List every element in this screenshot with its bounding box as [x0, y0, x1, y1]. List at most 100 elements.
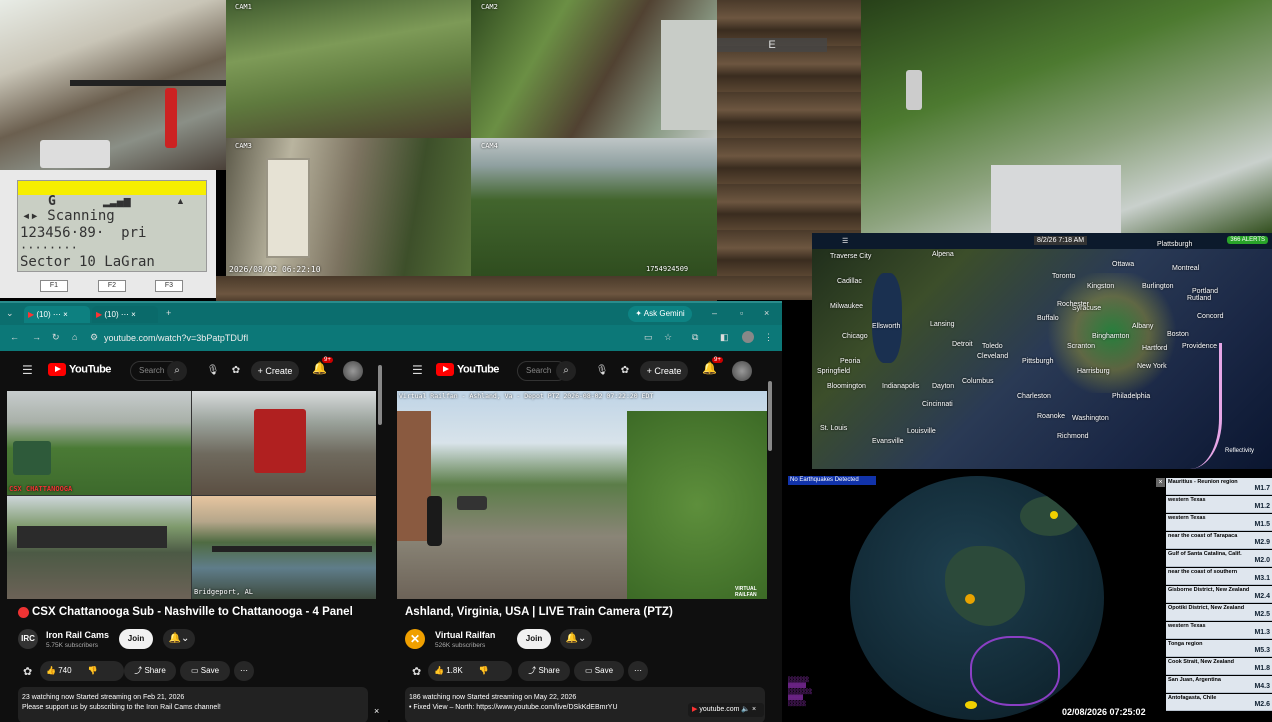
search-icon[interactable]: ⌕: [556, 361, 576, 381]
like-icon[interactable]: 👍: [434, 666, 444, 675]
create-button[interactable]: + Create: [640, 361, 688, 381]
quake-list-item[interactable]: San Juan, Argentina M4.3: [1166, 676, 1272, 693]
quake-list-item[interactable]: Mauritius - Reunion region M1.7: [1166, 478, 1272, 495]
create-button[interactable]: + Create: [251, 361, 299, 381]
gemini-chat-icon[interactable]: ✿: [615, 361, 635, 381]
tab-list-icon[interactable]: ⌄: [6, 308, 14, 319]
quake-list-item[interactable]: near the coast of Tarapaca M2.9: [1166, 532, 1272, 549]
profile-avatar-icon[interactable]: [742, 331, 754, 343]
forward-icon[interactable]: →: [32, 332, 41, 342]
browser-menu-icon[interactable]: ⋮: [764, 332, 773, 343]
quake-magnitude: M2.5: [1254, 611, 1270, 618]
miniplayer-bar[interactable]: ▶ youtube.com 🔈 ×: [688, 703, 764, 717]
weather-radar-map[interactable]: ☰ 8/2/26 7:18 AM 366 ALERTS Traverse Cit…: [812, 233, 1272, 469]
quake-close-icon[interactable]: ×: [1156, 478, 1165, 487]
quake-marker[interactable]: [965, 701, 977, 709]
panel-1-locomotive: [13, 441, 51, 475]
right-scrollbar[interactable]: [768, 381, 772, 451]
bookmark-star-icon[interactable]: ☆: [664, 332, 672, 343]
quake-list-item[interactable]: Cook Strait, New Zealand M1.8: [1166, 658, 1272, 675]
youtube-logo[interactable]: YouTube: [48, 363, 111, 377]
quake-marker[interactable]: [1050, 511, 1058, 519]
panel-4-bridge: [212, 546, 372, 552]
gemini-chat-icon[interactable]: ✿: [226, 361, 246, 381]
hamburger-menu-icon[interactable]: ☰: [412, 363, 423, 377]
mic-icon[interactable]: 🎙: [203, 361, 223, 381]
left-save-button[interactable]: ▭ Save: [180, 661, 230, 681]
home-icon[interactable]: ⌂: [72, 332, 77, 342]
left-channel-name[interactable]: Iron Rail Cams: [46, 630, 109, 640]
account-avatar[interactable]: [732, 361, 752, 381]
quake-list-item[interactable]: near the coast of southern M3.1: [1166, 568, 1272, 585]
ask-gemini-button[interactable]: ✦ Ask Gemini: [628, 306, 692, 322]
url-field[interactable]: youtube.com/watch?v=3bPatpTDUfI: [104, 329, 634, 347]
dislike-icon[interactable]: 👎: [88, 666, 98, 675]
quake-list-item[interactable]: western Texas M1.5: [1166, 514, 1272, 531]
quake-list-item[interactable]: western Texas M1.2: [1166, 496, 1272, 513]
radar-alerts-badge[interactable]: 366 ALERTS: [1227, 236, 1268, 244]
scanner-f3-key[interactable]: F3: [155, 280, 183, 292]
right-save-button[interactable]: ▭ Save: [574, 661, 624, 681]
youtube-tab-icon: ▶: [28, 310, 35, 319]
left-video-player[interactable]: CSX CHATTANOOGA Bridgeport, AL: [7, 391, 376, 599]
quake-list-item[interactable]: Tonga region M5.3: [1166, 640, 1272, 657]
radar-menu-icon[interactable]: ☰: [842, 237, 848, 245]
left-more-actions-button[interactable]: ⋯: [234, 661, 254, 681]
youtube-logo[interactable]: YouTube: [436, 363, 499, 377]
left-subscribed-bell-button[interactable]: 🔔⌄: [163, 629, 195, 649]
right-video-player[interactable]: Virtual Railfan - Ashland, Va - Depot PT…: [397, 391, 767, 599]
iron-rail-cams-avatar[interactable]: IRC: [18, 629, 38, 649]
virtual-railfan-watermark: VIRTUAL RAILFAN: [735, 586, 757, 598]
sidebar-icon[interactable]: ◧: [720, 332, 729, 343]
left-share-button[interactable]: ⤴ Share: [124, 661, 176, 681]
site-info-icon[interactable]: ⚙: [90, 332, 98, 343]
quake-list-item[interactable]: Antofagasta, Chile M2.6: [1166, 694, 1272, 711]
scanner-f2-key[interactable]: F2: [98, 280, 126, 292]
back-icon[interactable]: ←: [10, 332, 19, 342]
quake-list-item[interactable]: Gulf of Santa Catalina, Calif. M2.0: [1166, 550, 1272, 567]
scanner-f1-key[interactable]: F1: [40, 280, 68, 292]
left-pane-close-icon[interactable]: ×: [374, 706, 379, 716]
virtual-railfan-avatar[interactable]: ✕: [405, 629, 425, 649]
account-avatar[interactable]: [343, 361, 363, 381]
reload-icon[interactable]: ↻: [52, 332, 60, 343]
left-like-dislike[interactable]: 👍 740 👎: [40, 661, 124, 681]
cam-timestamp: 2026/08/02 06:22:10: [229, 265, 321, 274]
notifications-bell-icon[interactable]: 🔔: [702, 361, 717, 375]
quake-list-item[interactable]: Opotiki District, New Zealand M2.5: [1166, 604, 1272, 621]
new-tab-icon[interactable]: +: [166, 308, 171, 318]
left-scrollbar[interactable]: [378, 365, 382, 425]
earthquake-globe[interactable]: [850, 476, 1104, 720]
mic-icon[interactable]: 🎙: [592, 361, 612, 381]
right-channel-name[interactable]: Virtual Railfan: [435, 630, 495, 640]
left-description-box[interactable]: 23 watching now Started streaming on Feb…: [18, 687, 368, 722]
quake-marker[interactable]: [965, 594, 975, 604]
right-join-button[interactable]: Join: [517, 629, 551, 649]
search-icon[interactable]: ⌕: [167, 361, 187, 381]
panel-4-label: Bridgeport, AL: [194, 588, 254, 596]
radar-city-label: Rutland: [1187, 295, 1212, 302]
left-join-button[interactable]: Join: [119, 629, 153, 649]
minimize-icon[interactable]: –: [712, 308, 717, 318]
maximize-icon[interactable]: ▫: [740, 308, 743, 318]
notifications-bell-icon[interactable]: 🔔: [312, 361, 327, 375]
tab-1[interactable]: ▶ (10) ⋯ ×: [24, 306, 90, 323]
right-subscribed-bell-button[interactable]: 🔔⌄: [560, 629, 592, 649]
right-like-dislike[interactable]: 👍 1.8K 👎: [428, 661, 512, 681]
close-window-icon[interactable]: ×: [764, 308, 769, 318]
right-stream-options-icon[interactable]: ✿: [412, 665, 421, 678]
tab-2[interactable]: ▶ (10) ⋯ ×: [92, 306, 158, 323]
right-save-label: Save: [594, 666, 614, 675]
right-subscriber-count: 526K subscribers: [435, 642, 486, 649]
quake-list-item[interactable]: western Texas M1.3: [1166, 622, 1272, 639]
extensions-icon[interactable]: ⧉: [692, 332, 698, 343]
right-share-button[interactable]: ⤴ Share: [518, 661, 570, 681]
right-more-actions-button[interactable]: ⋯: [628, 661, 648, 681]
cast-icon[interactable]: ▭: [644, 332, 653, 343]
left-stream-options-icon[interactable]: ✿: [23, 665, 32, 678]
dislike-icon[interactable]: 👎: [479, 666, 489, 675]
like-icon[interactable]: 👍: [46, 666, 56, 675]
hamburger-menu-icon[interactable]: ☰: [22, 363, 33, 377]
quake-list-item[interactable]: Gisborne District, New Zealand M2.4: [1166, 586, 1272, 603]
radar-layer-label[interactable]: Reflectivity: [1225, 448, 1254, 454]
